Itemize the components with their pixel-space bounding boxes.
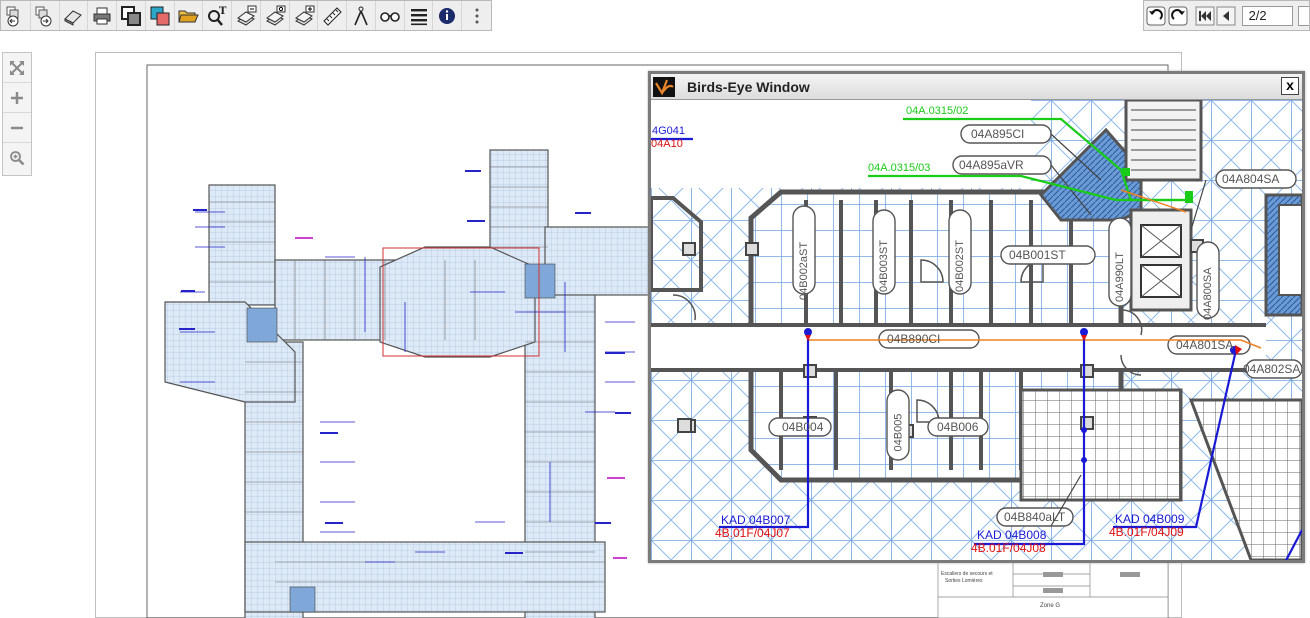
viewer-app: T 2/2 Escaliers de secours et Sorties Lo…	[0, 0, 1310, 618]
title-block-line-2: Sorties Lomières	[945, 578, 983, 584]
measure-button[interactable]	[318, 1, 348, 30]
layer-plus-button[interactable]	[290, 1, 319, 30]
label-04a895avr: 04A895aVR	[959, 158, 1024, 172]
list-icon	[410, 8, 427, 25]
label-04b006: 04B006	[937, 420, 979, 434]
first-page-button[interactable]	[1194, 5, 1215, 27]
zoom-window-button[interactable]	[3, 143, 31, 173]
label-4b01f-04j09: 4B.01F/04J09	[1109, 525, 1184, 539]
back-forward-button[interactable]	[2, 1, 31, 30]
app-logo-icon	[653, 76, 675, 97]
close-icon: x	[1286, 77, 1294, 93]
measure-ruler-icon	[323, 6, 343, 26]
fit-extents-button[interactable]	[3, 53, 31, 83]
page-navigation: 2/2	[1143, 0, 1310, 31]
label-04b001st: 04B001ST	[1009, 248, 1066, 262]
birds-eye-viewport[interactable]: 4G041 04A10 04A.0315/02 04A.0315/03 04A8…	[651, 100, 1302, 560]
rotate-left-icon	[1146, 6, 1166, 25]
more-vertical-icon	[475, 8, 479, 23]
open-folder-icon	[178, 10, 200, 22]
previous-page-icon	[1216, 6, 1236, 25]
label-04a804sa: 04A804SA	[1222, 172, 1280, 186]
forward-history-button[interactable]	[31, 1, 60, 30]
zoom-out-button[interactable]	[3, 113, 31, 143]
label-4g041: 4G041	[652, 125, 686, 137]
label-04a895ci: 04A895CI	[971, 127, 1025, 141]
binoculars-button[interactable]	[376, 1, 405, 30]
layer-plus-icon	[294, 5, 315, 26]
zoom-out-icon	[11, 126, 23, 129]
main-toolbar: T	[0, 0, 492, 31]
svg-text:T: T	[219, 6, 227, 17]
label-04b840alt: 04B840aLT	[1004, 510, 1066, 524]
layer-settings-icon	[265, 5, 286, 26]
compass-icon	[354, 6, 368, 25]
info-icon	[439, 7, 456, 24]
title-block-zone: Zone G	[1040, 603, 1061, 609]
layer-minus-icon	[237, 5, 257, 26]
birds-eye-window[interactable]: Birds-Eye Window x 4G041 04A10 04A.0315/…	[648, 71, 1305, 563]
fit-extents-icon	[10, 60, 24, 75]
text-search-button[interactable]: T	[203, 1, 233, 30]
close-button[interactable]: x	[1281, 77, 1299, 95]
label-04b003st: 04B003ST	[878, 240, 890, 292]
label-04b005: 04B005	[892, 413, 905, 452]
page-number-input[interactable]: 2/2	[1241, 5, 1293, 26]
label-04b890ci: 04B890CI	[887, 332, 941, 346]
label-04b004: 04B004	[782, 420, 824, 434]
label-04b002ast: 04B002aST	[798, 241, 810, 300]
compass-button[interactable]	[347, 1, 376, 30]
eraser-button[interactable]	[60, 1, 89, 30]
label-04a801sa: 04A801SA	[1176, 338, 1234, 352]
back-forward-icon	[6, 6, 19, 26]
label-04a10: 04A10	[651, 138, 683, 150]
zoom-controls	[2, 52, 32, 176]
copy-window-button[interactable]	[117, 1, 146, 30]
open-folder-button[interactable]	[175, 1, 204, 30]
zoom-window-icon	[10, 151, 25, 166]
list-button[interactable]	[405, 1, 434, 30]
label-04a0315-03: 04A.0315/03	[868, 162, 931, 174]
more-button[interactable]	[462, 1, 491, 30]
forward-history-icon	[35, 6, 52, 26]
title-block-line-1: Escaliers de secours et	[941, 571, 993, 577]
label-04a802sa: 04A802SA	[1243, 362, 1301, 376]
label-4b01f-04j08: 4B.01F/04J08	[971, 541, 1046, 555]
label-04b002st: 04B002ST	[954, 240, 966, 292]
label-kad-04b007: KAD 04B007	[721, 513, 791, 527]
label-04a0315-02: 04A.0315/02	[906, 105, 969, 117]
undo-button[interactable]	[1146, 5, 1167, 27]
birds-eye-title: Birds-Eye Window	[687, 78, 810, 95]
label-4b01f-04j07: 4B.01F/04J07	[715, 526, 790, 540]
zoom-in-icon	[11, 91, 23, 104]
print-icon	[93, 7, 111, 24]
print-button[interactable]	[88, 1, 118, 30]
zoom-in-button[interactable]	[3, 83, 31, 113]
label-kad-04b009: KAD 04B009	[1115, 512, 1185, 526]
eraser-icon	[64, 9, 83, 26]
binoculars-icon	[380, 11, 400, 22]
next-page-button[interactable]	[1297, 5, 1310, 26]
first-page-icon	[1195, 6, 1215, 25]
label-04a800sa: 04A800SA	[1202, 267, 1214, 320]
layer-minus-button[interactable]	[232, 1, 261, 30]
layers-window-icon	[150, 6, 170, 25]
rotate-right-icon	[1168, 6, 1188, 25]
previous-page-button[interactable]	[1216, 5, 1237, 27]
info-button[interactable]	[433, 1, 463, 30]
layers-window-button[interactable]	[146, 1, 175, 30]
copy-window-icon	[120, 5, 141, 26]
layer-settings-button[interactable]	[261, 1, 290, 30]
text-search-icon: T	[208, 6, 227, 26]
label-kad-04b008: KAD 04B008	[977, 528, 1047, 542]
label-04a990lt: 04A990LT	[1114, 252, 1126, 302]
birds-eye-titlebar[interactable]: Birds-Eye Window x	[651, 74, 1302, 100]
redo-button[interactable]	[1168, 5, 1189, 27]
